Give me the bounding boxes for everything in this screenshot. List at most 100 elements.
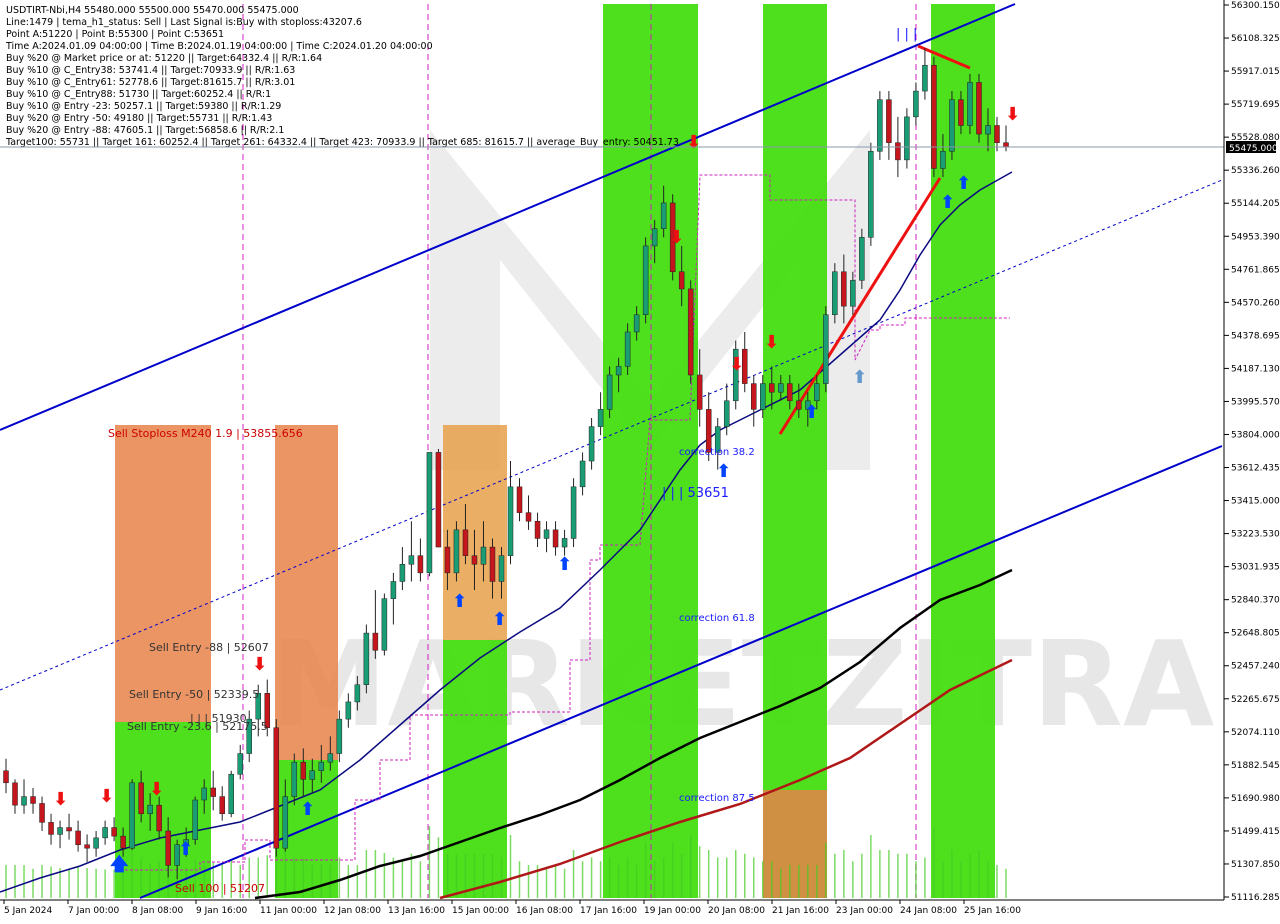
candle-body — [949, 99, 955, 152]
buy-arrow-icon: ⬆ — [557, 554, 572, 575]
candle-body — [129, 782, 135, 849]
candle-body — [597, 409, 604, 427]
buy-arrow-icon: ⬆ — [178, 839, 193, 860]
info-line: Buy %20 @ Entry -88: 47605.1 || Target:5… — [6, 125, 284, 136]
x-tick-label: 9 Jan 16:00 — [196, 906, 248, 916]
candle-body — [156, 804, 162, 832]
x-tick-label: 16 Jan 08:00 — [516, 906, 573, 916]
orange-zone — [275, 425, 338, 760]
buy-arrow-icon: ⬆ — [300, 799, 315, 820]
candle-body — [696, 374, 703, 410]
y-tick-label: 55719.695 — [1231, 100, 1280, 110]
candle-body — [615, 366, 622, 376]
y-tick-label: 52648.805 — [1231, 629, 1280, 639]
candle-body — [417, 555, 424, 574]
candle-body — [796, 400, 802, 410]
y-tick-label: 52457.240 — [1231, 662, 1280, 672]
candle-body — [633, 314, 640, 333]
candle-body — [147, 804, 153, 815]
candle-body — [345, 701, 352, 720]
x-tick-label: 8 Jan 08:00 — [132, 906, 184, 916]
candle-body — [868, 151, 874, 238]
y-tick-label: 51116.285 — [1231, 893, 1280, 903]
info-line: Time A:2024.01.09 04:00:00 | Time B:2024… — [5, 41, 433, 52]
y-tick-label: 53223.530 — [1231, 530, 1280, 540]
candle-body — [579, 460, 586, 488]
candle-body — [192, 799, 198, 840]
buy-arrow-icon: ⬆ — [940, 192, 955, 213]
info-line: Buy %10 @ C_Entry38: 53741.4 || Target:7… — [6, 65, 295, 76]
candle-body — [201, 787, 207, 801]
buy-arrow-icon: ⬆ — [852, 367, 867, 388]
y-tick-label: 54187.130 — [1231, 364, 1280, 374]
candle-body — [75, 830, 81, 845]
candle-body — [588, 426, 595, 462]
x-tick-label: 20 Jan 08:00 — [708, 906, 765, 916]
sell-entry-50-label: Sell Entry -50 | 52339.5 — [129, 688, 259, 701]
sell-arrow-icon: ⬇ — [764, 332, 779, 353]
x-tick-label: 13 Jan 16:00 — [388, 906, 445, 916]
candle-body — [12, 782, 18, 806]
candle-body — [318, 761, 325, 771]
x-tick-label: 7 Jan 00:00 — [68, 906, 120, 916]
candle-body — [138, 782, 144, 815]
candle-body — [651, 228, 658, 247]
candle-body — [787, 383, 793, 402]
candle-body — [904, 116, 910, 161]
candle-body — [462, 529, 469, 556]
point-b-label: | | | — [896, 27, 917, 42]
correction-38-label: correction 38.2 — [679, 447, 755, 458]
y-tick-label: 51499.415 — [1231, 827, 1280, 837]
candle-body — [3, 770, 9, 784]
candle-body — [399, 564, 406, 582]
candle-body — [552, 529, 559, 548]
candle-body — [21, 796, 27, 806]
candle-body — [642, 245, 649, 316]
y-tick-label: 53804.000 — [1231, 430, 1280, 440]
candle-body — [372, 632, 379, 651]
candle-body — [859, 237, 865, 281]
candle-body — [57, 827, 63, 835]
candle-body — [354, 684, 361, 703]
candle-body — [660, 202, 667, 229]
point-a-label: | | | 51930 — [190, 712, 247, 725]
y-tick-label: 51307.850 — [1231, 860, 1280, 870]
info-line: Buy %10 @ C_Entry61: 52778.6 || Target:8… — [6, 77, 295, 88]
candle-body — [93, 837, 99, 849]
info-line: Target100: 55731 || Target 161: 60252.4 … — [5, 137, 679, 148]
y-tick-label: 52074.110 — [1231, 728, 1280, 738]
candle-body — [498, 555, 505, 582]
candle-body — [543, 529, 550, 539]
candle-body — [282, 796, 289, 849]
candle-body — [273, 727, 280, 849]
green-zone — [931, 4, 995, 898]
point-c-label: | | | 53651 — [662, 486, 729, 501]
candle-body — [823, 314, 829, 384]
info-line: Line:1479 | tema_h1_status: Sell | Last … — [6, 17, 362, 28]
info-line: Buy %10 @ C_Entry88: 51730 || Target:602… — [6, 89, 271, 100]
candle-body — [877, 99, 883, 152]
y-tick-label: 52840.370 — [1231, 596, 1280, 606]
correction-87-label: correction 87.5 — [679, 793, 755, 804]
candle-body — [624, 331, 631, 367]
y-tick-label: 56108.325 — [1231, 34, 1280, 44]
candle-body — [922, 65, 928, 92]
candle-body — [291, 761, 298, 797]
candle-body — [363, 632, 370, 685]
candle-body — [913, 90, 919, 118]
current-price-tag: 55475.000 — [1226, 141, 1278, 154]
sell-arrow-icon: ⬇ — [99, 786, 114, 807]
price-chart[interactable]: MARKETZITRADE 🡅 ⬆ — [0, 0, 1280, 920]
y-tick-label: 51690.980 — [1231, 794, 1280, 804]
y-tick-label: 54570.260 — [1231, 298, 1280, 308]
sell-stoploss-label: Sell Stoploss M240 1.9 | 53855.656 — [108, 427, 303, 440]
candle-body — [606, 374, 613, 410]
sell-arrow-icon: ⬇ — [149, 779, 164, 800]
candle-body — [814, 383, 820, 402]
y-tick-label: 56300.150 — [1231, 1, 1280, 11]
candle-body — [723, 400, 730, 427]
candle-body — [309, 770, 316, 780]
candle-body — [66, 827, 72, 832]
sell-arrow-icon: ⬇ — [729, 354, 744, 375]
x-tick-label: 19 Jan 00:00 — [644, 906, 701, 916]
